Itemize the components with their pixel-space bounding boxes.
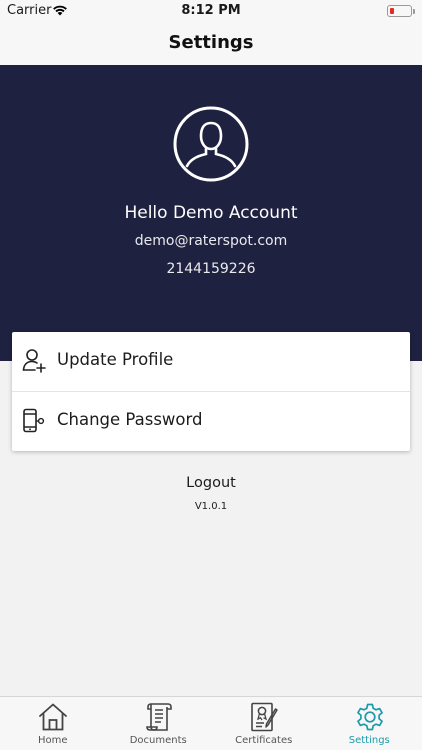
tab-settings-label: Settings [348, 735, 390, 746]
clock: 8:12 PM [181, 3, 241, 18]
documents-icon [145, 703, 172, 731]
tab-settings[interactable]: Settings [317, 697, 422, 750]
user-add-icon [22, 349, 46, 373]
battery-level [390, 8, 394, 14]
update-profile-label: Update Profile [57, 350, 174, 369]
battery-icon [387, 5, 415, 17]
logout-button[interactable]: Logout [0, 475, 422, 491]
navigation-bar: Settings [0, 22, 422, 65]
change-password-label: Change Password [57, 410, 203, 429]
tab-home-label: Home [37, 735, 68, 746]
tab-documents-label: Documents [129, 735, 187, 746]
page-title: Settings [168, 32, 254, 53]
certificate-icon [251, 702, 278, 732]
change-password-item[interactable]: Change Password [12, 391, 410, 451]
tab-home[interactable]: Home [0, 697, 106, 750]
home-icon [39, 703, 67, 731]
tab-bar: Home Documents Certificates Settings [0, 696, 422, 750]
status-bar: Carrier 8:12 PM [0, 0, 422, 22]
version-text: V1.0.1 [194, 501, 228, 512]
tab-certificates-label: Certificates [235, 735, 293, 746]
profile-header: Hello Demo Account demo@raterspot.com 21… [0, 65, 422, 361]
update-profile-item[interactable]: Update Profile [12, 332, 410, 391]
settings-menu: Update Profile Change Password [12, 332, 410, 451]
email-text: demo@raterspot.com [134, 233, 288, 249]
gear-icon [356, 703, 383, 731]
tab-certificates[interactable]: Certificates [211, 697, 317, 750]
avatar-icon [173, 106, 249, 182]
phone-text: 2144159226 [166, 261, 256, 277]
tab-documents[interactable]: Documents [106, 697, 212, 750]
phone-lock-icon [23, 408, 45, 433]
greeting-text: Hello Demo Account [124, 203, 298, 223]
